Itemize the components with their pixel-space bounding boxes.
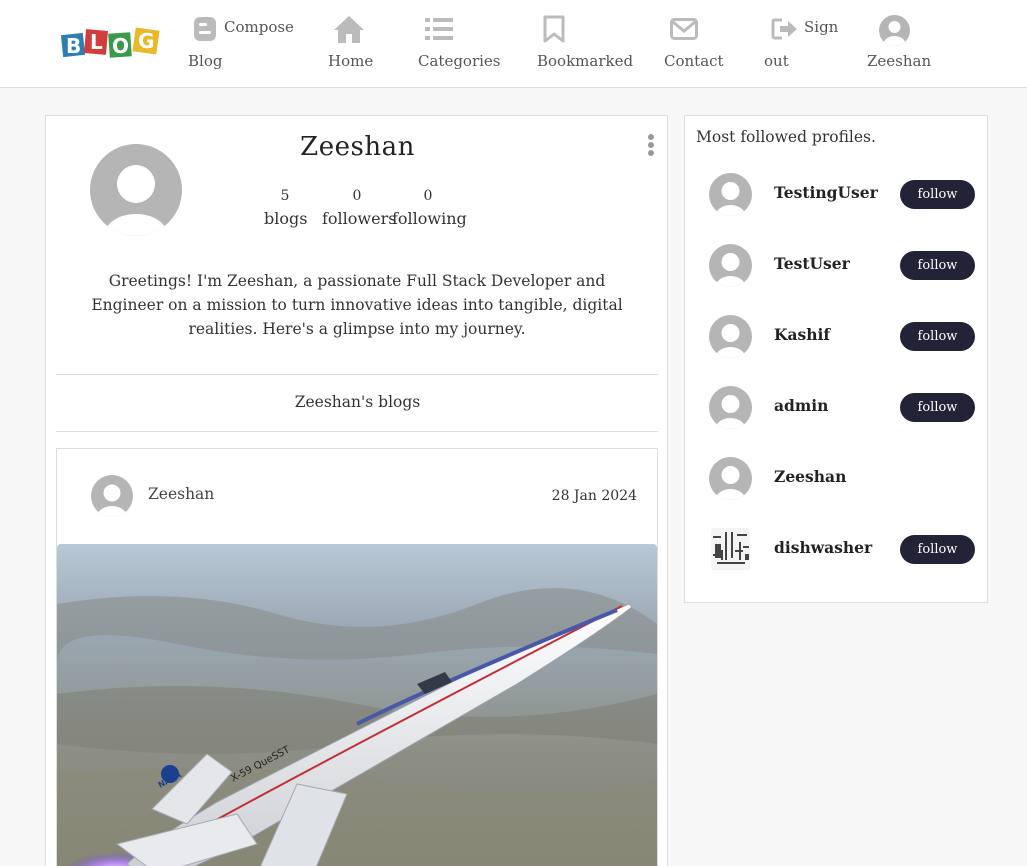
divider bbox=[56, 431, 658, 432]
follow-button[interactable]: follow bbox=[900, 180, 975, 209]
profile-row[interactable]: Kashif follow bbox=[685, 315, 987, 375]
profile-avatar bbox=[709, 457, 752, 500]
nav-contact-label: Contact bbox=[664, 52, 724, 70]
profile-name[interactable]: TestUser bbox=[774, 254, 850, 273]
post-date: 28 Jan 2024 bbox=[551, 488, 637, 504]
profile-name[interactable]: admin bbox=[774, 396, 828, 415]
profile-card: Zeeshan 5 blogs 0 followers 0 following … bbox=[45, 115, 668, 866]
post-author-avatar bbox=[91, 475, 133, 517]
user-avatar-icon bbox=[879, 15, 910, 46]
profile-name[interactable]: dishwasher bbox=[774, 538, 872, 557]
blogs-section-heading: Zeeshan's blogs bbox=[294, 393, 421, 411]
logo-letter-o: O bbox=[112, 34, 129, 58]
stat-following[interactable]: 0 following bbox=[392, 186, 467, 232]
nav-bookmarked-label: Bookmarked bbox=[537, 52, 634, 70]
nav-profile-label: Zeeshan bbox=[867, 52, 932, 70]
nav-categories-label: Categories bbox=[418, 52, 501, 70]
stat-blogs-label: blogs bbox=[264, 209, 308, 228]
profile-avatar bbox=[709, 173, 752, 216]
nav-sign-out-label-1: Sign bbox=[804, 18, 839, 36]
stat-followers-value: 0 bbox=[352, 188, 362, 204]
profile-row[interactable]: TestUser follow bbox=[685, 244, 987, 304]
more-options-icon[interactable] bbox=[647, 134, 655, 158]
nav-compose-label-1: Compose bbox=[224, 18, 294, 36]
sign-out-icon bbox=[771, 18, 799, 40]
profile-name[interactable]: Kashif bbox=[774, 325, 830, 344]
nav-compose-blog[interactable]: Compose Blog bbox=[188, 0, 298, 88]
follow-button[interactable]: follow bbox=[900, 393, 975, 422]
follow-button[interactable]: follow bbox=[900, 535, 975, 564]
top-navbar: B L O G Compose Blog Home Categories Boo… bbox=[0, 0, 1027, 88]
nav-sign-out-label-2: out bbox=[764, 52, 789, 70]
profile-avatar bbox=[705, 520, 756, 579]
logo-letter-g: G bbox=[138, 29, 154, 53]
nav-contact[interactable]: Contact bbox=[664, 0, 724, 88]
profile-avatar bbox=[709, 244, 752, 287]
profile-row[interactable]: dishwasher follow bbox=[685, 520, 987, 580]
profile-name[interactable]: Zeeshan bbox=[774, 467, 846, 486]
nav-bookmarked[interactable]: Bookmarked bbox=[537, 0, 634, 88]
profile-avatar bbox=[709, 386, 752, 429]
post-author-name[interactable]: Zeeshan bbox=[148, 485, 214, 503]
post-cover-image[interactable]: X-59 QueSST NASA bbox=[57, 544, 657, 866]
stat-blogs-value: 5 bbox=[280, 188, 290, 204]
blog-post-card[interactable]: Zeeshan 28 Jan 2024 X-59 QueSST NASA bbox=[56, 448, 658, 866]
blog-logo[interactable]: B L O G bbox=[60, 24, 162, 64]
follow-button[interactable]: follow bbox=[900, 322, 975, 351]
logo-letter-l: L bbox=[90, 30, 103, 54]
profile-name[interactable]: TestingUser bbox=[774, 183, 878, 202]
nav-categories[interactable]: Categories bbox=[418, 0, 501, 88]
profile-row[interactable]: TestingUser follow bbox=[685, 173, 987, 233]
home-icon bbox=[333, 15, 365, 43]
profile-bio: Greetings! I'm Zeeshan, a passionate Ful… bbox=[91, 272, 623, 338]
sidebar-title: Most followed profiles. bbox=[696, 128, 876, 146]
nav-profile[interactable]: Zeeshan bbox=[867, 0, 937, 88]
profile-name: Zeeshan bbox=[300, 132, 415, 162]
nav-compose-label-2: Blog bbox=[188, 52, 223, 70]
stat-followers[interactable]: 0 followers bbox=[322, 186, 397, 232]
envelope-icon bbox=[670, 18, 698, 40]
nav-sign-out[interactable]: Sign out bbox=[764, 0, 844, 88]
profile-avatar bbox=[709, 315, 752, 358]
follow-button[interactable]: follow bbox=[900, 251, 975, 280]
profile-row[interactable]: Zeeshan bbox=[685, 457, 987, 517]
bookmark-icon bbox=[543, 15, 565, 43]
blogger-icon bbox=[194, 17, 216, 41]
stat-blogs: 5 blogs bbox=[264, 186, 308, 232]
stat-followers-label: followers bbox=[322, 209, 397, 228]
divider bbox=[56, 374, 658, 375]
list-icon bbox=[425, 17, 453, 41]
nav-home-label: Home bbox=[328, 52, 374, 70]
profile-row[interactable]: admin follow bbox=[685, 386, 987, 446]
stat-following-label: following bbox=[392, 209, 467, 228]
logo-letter-b: B bbox=[66, 34, 81, 58]
most-followed-sidebar: Most followed profiles. TestingUser foll… bbox=[684, 115, 988, 603]
nav-home[interactable]: Home bbox=[328, 0, 378, 88]
stat-following-value: 0 bbox=[423, 188, 433, 204]
